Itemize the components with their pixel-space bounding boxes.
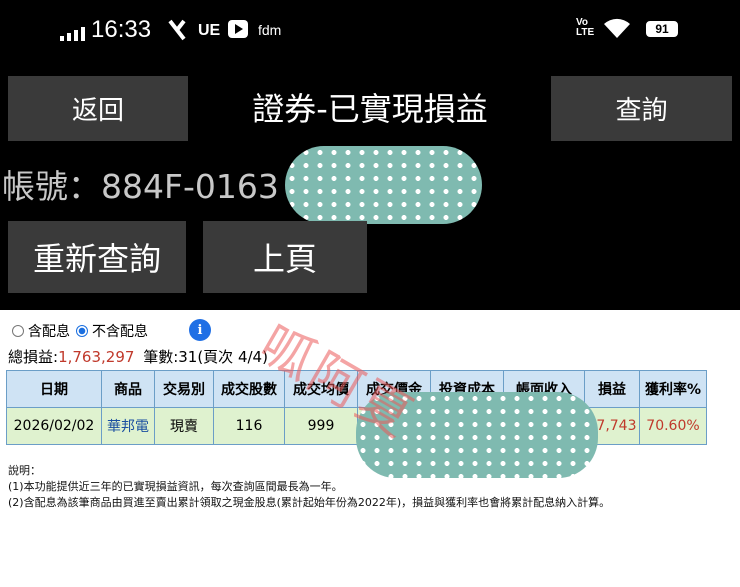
requery-button-label: 重新查詢: [32, 240, 161, 278]
cell-date: 2026/02/02: [6, 407, 102, 445]
total-label: 總損益:: [8, 348, 59, 366]
requery-button[interactable]: 重新查詢: [8, 221, 186, 293]
radio-without-dividend[interactable]: [76, 325, 88, 337]
wifi-icon: [604, 18, 630, 38]
cell-shares: 116: [213, 407, 285, 445]
total-value: 1,763,297: [58, 348, 135, 366]
prev-page-button-label: 上頁: [252, 240, 317, 278]
prev-page-button[interactable]: 上頁: [203, 221, 367, 293]
radio-with-dividend[interactable]: [12, 325, 24, 337]
privacy-mask-account: [285, 146, 482, 224]
info-icon[interactable]: i: [189, 319, 211, 341]
app-x-icon: [168, 19, 186, 41]
radio-without-dividend-label[interactable]: 不含配息: [92, 321, 148, 341]
notes-line-1: (1)本功能提供近三年的已實現損益資訊，每次查詢區間最長為一年。: [8, 480, 343, 493]
header-product: 商品: [101, 370, 155, 408]
signal-icon: [60, 27, 85, 41]
back-button-label: 返回: [71, 96, 124, 126]
battery-level: 91: [655, 22, 669, 36]
page-title: 證券-已實現損益: [252, 90, 488, 128]
count-label: 筆數:31(頁次 4/4): [143, 348, 268, 366]
header-date: 日期: [6, 370, 102, 408]
cell-rate: 70.60%: [639, 407, 707, 445]
back-button[interactable]: 返回: [8, 76, 188, 141]
header-profit: 損益: [584, 370, 640, 408]
header-rate: 獲利率%: [639, 370, 707, 408]
notes-section: 說明： (1)本功能提供近三年的已實現損益資訊，每次查詢區間最長為一年。 (2)…: [8, 463, 610, 511]
fdm-label: fdm: [258, 22, 282, 38]
cell-trade-type: 現賣: [154, 407, 214, 445]
ue-label: UE: [198, 22, 221, 39]
header-trade-type: 交易別: [154, 370, 214, 408]
dividend-options: 含配息 不含配息: [12, 321, 148, 341]
notes-line-2: (2)含配息為該筆商品由買進至賣出累計領取之現金股息(累計起始年份為2022年)…: [8, 496, 611, 509]
clock: 16:33: [91, 16, 152, 43]
notes-title: 說明：: [8, 464, 41, 477]
youtube-icon: [228, 20, 248, 38]
query-button[interactable]: 查詢: [551, 76, 732, 141]
account-number: 帳號：884F-0163: [2, 167, 279, 206]
battery-icon: 91: [646, 21, 678, 37]
radio-with-dividend-label[interactable]: 含配息: [28, 321, 70, 341]
volte-label: Vo LTE: [576, 17, 595, 38]
query-button-label: 查詢: [615, 96, 668, 126]
summary-line: 總損益:1,763,297 筆數:31(頁次 4/4): [8, 346, 268, 367]
status-bar: 16:33 UE fdm Vo LTE 91: [0, 0, 740, 60]
cell-product-link[interactable]: 華邦電: [101, 407, 155, 445]
